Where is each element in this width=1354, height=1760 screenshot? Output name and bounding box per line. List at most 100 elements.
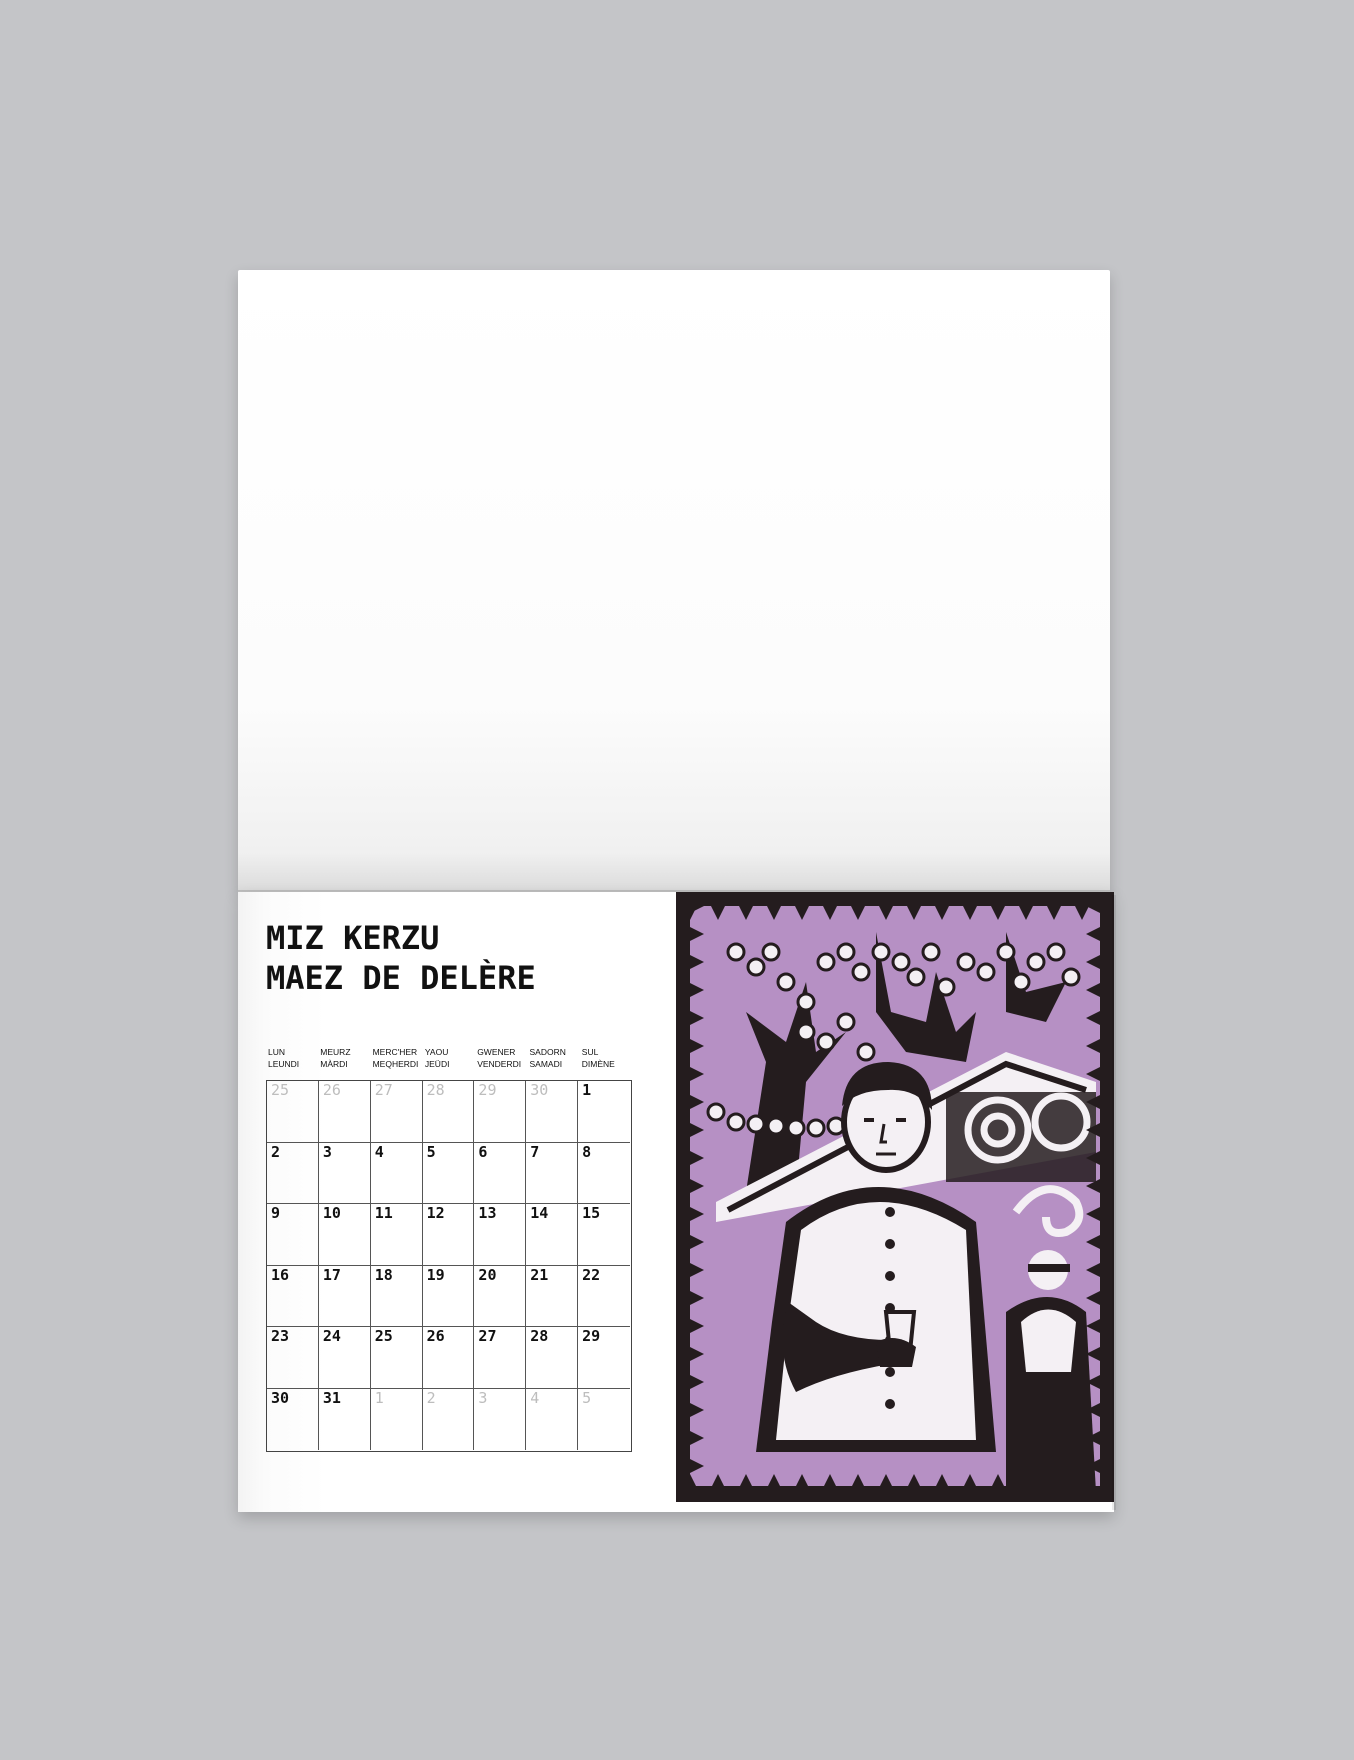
blossom — [996, 942, 1016, 962]
blossom — [851, 962, 871, 982]
day-cell[interactable]: 30 — [526, 1081, 579, 1143]
day-cell[interactable]: 25 — [267, 1081, 319, 1143]
day-cell[interactable]: 9 — [267, 1204, 319, 1266]
weekday-breton: MEURZ — [320, 1047, 351, 1057]
blossom — [761, 942, 781, 962]
day-cell[interactable]: 28 — [526, 1327, 579, 1389]
day-number: 12 — [426, 1204, 445, 1222]
day-number: 8 — [582, 1142, 592, 1161]
linocut-illustration — [676, 892, 1114, 1502]
day-number: 3 — [322, 1142, 332, 1161]
weekday-gallo: MEQHERDI — [372, 1059, 419, 1069]
day-cell[interactable]: 4 — [370, 1142, 423, 1204]
calendar-grid-panel: MIZ KERZU MAEZ DE DELÈRE LUN LEUNDI MEURZ M… — [238, 892, 676, 1512]
day-cell[interactable]: 26 — [318, 1081, 371, 1143]
day-cell[interactable]: 25 — [370, 1327, 423, 1389]
day-cell[interactable]: 6 — [474, 1142, 527, 1204]
day-cell[interactable]: 20 — [474, 1265, 527, 1327]
day-cell[interactable]: 2 — [423, 1388, 475, 1450]
day-number: 18 — [374, 1265, 393, 1284]
weekday-header: MERC'HER MEQHERDI — [373, 1046, 425, 1070]
day-cell[interactable]: 16 — [267, 1265, 319, 1327]
weekday-breton: GWENER — [477, 1047, 516, 1057]
day-cell[interactable]: 1 — [371, 1388, 423, 1450]
day-number: 16 — [271, 1265, 290, 1284]
day-cell[interactable]: 19 — [422, 1265, 475, 1327]
month-title: MIZ KERZU MAEZ DE DELÈRE — [266, 918, 536, 998]
day-cell[interactable]: 5 — [578, 1389, 630, 1451]
blossom — [706, 1102, 726, 1122]
weekday-header: GWENER VENDERDI — [477, 1046, 529, 1070]
blossom — [921, 942, 941, 962]
day-cell[interactable]: 21 — [526, 1265, 579, 1327]
day-cell[interactable]: 14 — [526, 1204, 579, 1266]
weekday-gallo: VENDERDI — [477, 1059, 522, 1069]
weekday-header: SADORN SAMADI — [530, 1046, 582, 1070]
day-number: 31 — [322, 1388, 341, 1407]
day-cell[interactable]: 10 — [318, 1204, 371, 1266]
blossom — [786, 1118, 806, 1138]
weekday-gallo: SAMADI — [529, 1059, 563, 1069]
day-cell[interactable]: 11 — [370, 1204, 423, 1266]
day-cell[interactable]: 15 — [578, 1204, 630, 1266]
day-number: 2 — [271, 1142, 281, 1161]
blossom — [796, 1022, 816, 1042]
day-number: 26 — [322, 1081, 341, 1099]
blossom — [746, 957, 766, 977]
page-edge-shadow — [1112, 895, 1116, 1510]
day-cell[interactable]: 13 — [474, 1204, 527, 1266]
day-number: 4 — [530, 1388, 540, 1407]
day-cell[interactable]: 27 — [474, 1327, 527, 1389]
day-cell[interactable]: 29 — [578, 1327, 630, 1389]
day-number: 6 — [478, 1142, 488, 1161]
blossom — [1046, 942, 1066, 962]
day-cell[interactable]: 5 — [422, 1142, 475, 1204]
blossom — [906, 967, 926, 987]
day-number: 23 — [271, 1327, 290, 1345]
day-number: 4 — [374, 1142, 384, 1161]
day-cell[interactable]: 24 — [318, 1327, 371, 1389]
blossom — [816, 1032, 836, 1052]
weekday-breton: YAOU — [424, 1047, 449, 1057]
day-cell[interactable]: 1 — [578, 1081, 630, 1143]
day-cell[interactable]: 3 — [318, 1142, 371, 1204]
day-cell[interactable]: 30 — [267, 1388, 319, 1450]
weekday-breton: LUN — [268, 1047, 286, 1057]
day-number: 1 — [374, 1388, 384, 1407]
day-cell[interactable]: 8 — [578, 1142, 630, 1204]
day-number: 9 — [271, 1204, 281, 1222]
blossom — [1026, 952, 1046, 972]
day-cell[interactable]: 23 — [267, 1327, 319, 1389]
weekday-gallo: DIMÈNE — [581, 1059, 615, 1069]
day-number: 20 — [478, 1265, 497, 1284]
day-cell[interactable]: 31 — [319, 1388, 371, 1450]
day-number: 19 — [426, 1265, 445, 1284]
day-number: 27 — [374, 1081, 393, 1099]
blossom — [976, 962, 996, 982]
day-cell[interactable]: 22 — [578, 1265, 630, 1327]
calendar-bottom-page: MIZ KERZU MAEZ DE DELÈRE LUN LEUNDI MEURZ M… — [238, 892, 1114, 1512]
blossom — [856, 1042, 876, 1062]
month-grid: 25 26 27 28 29 30 1 2 3 4 5 6 7 8 9 10 11 12 13 14 15 16 17 18 1… — [266, 1080, 632, 1452]
blossom — [891, 952, 911, 972]
day-cell[interactable]: 12 — [422, 1204, 475, 1266]
day-cell[interactable]: 29 — [474, 1081, 527, 1143]
day-number: 5 — [582, 1388, 592, 1407]
weekday-header: SUL DIMÈNE — [582, 1046, 634, 1070]
day-cell[interactable]: 4 — [526, 1388, 579, 1450]
day-cell[interactable]: 3 — [474, 1388, 527, 1450]
day-cell[interactable]: 18 — [370, 1265, 423, 1327]
day-cell[interactable]: 28 — [422, 1081, 475, 1143]
day-cell[interactable]: 2 — [267, 1142, 319, 1204]
weekday-breton: MERC'HER — [372, 1047, 418, 1057]
day-cell[interactable]: 26 — [422, 1327, 475, 1389]
day-number: 25 — [271, 1081, 290, 1099]
day-number: 22 — [582, 1265, 601, 1284]
calendar-top-page-blank — [238, 270, 1110, 892]
day-cell[interactable]: 17 — [318, 1265, 371, 1327]
blossom — [776, 972, 796, 992]
day-cell[interactable]: 27 — [370, 1081, 423, 1143]
blossom — [796, 992, 816, 1012]
day-cell[interactable]: 7 — [526, 1142, 579, 1204]
blossom — [746, 1114, 766, 1134]
